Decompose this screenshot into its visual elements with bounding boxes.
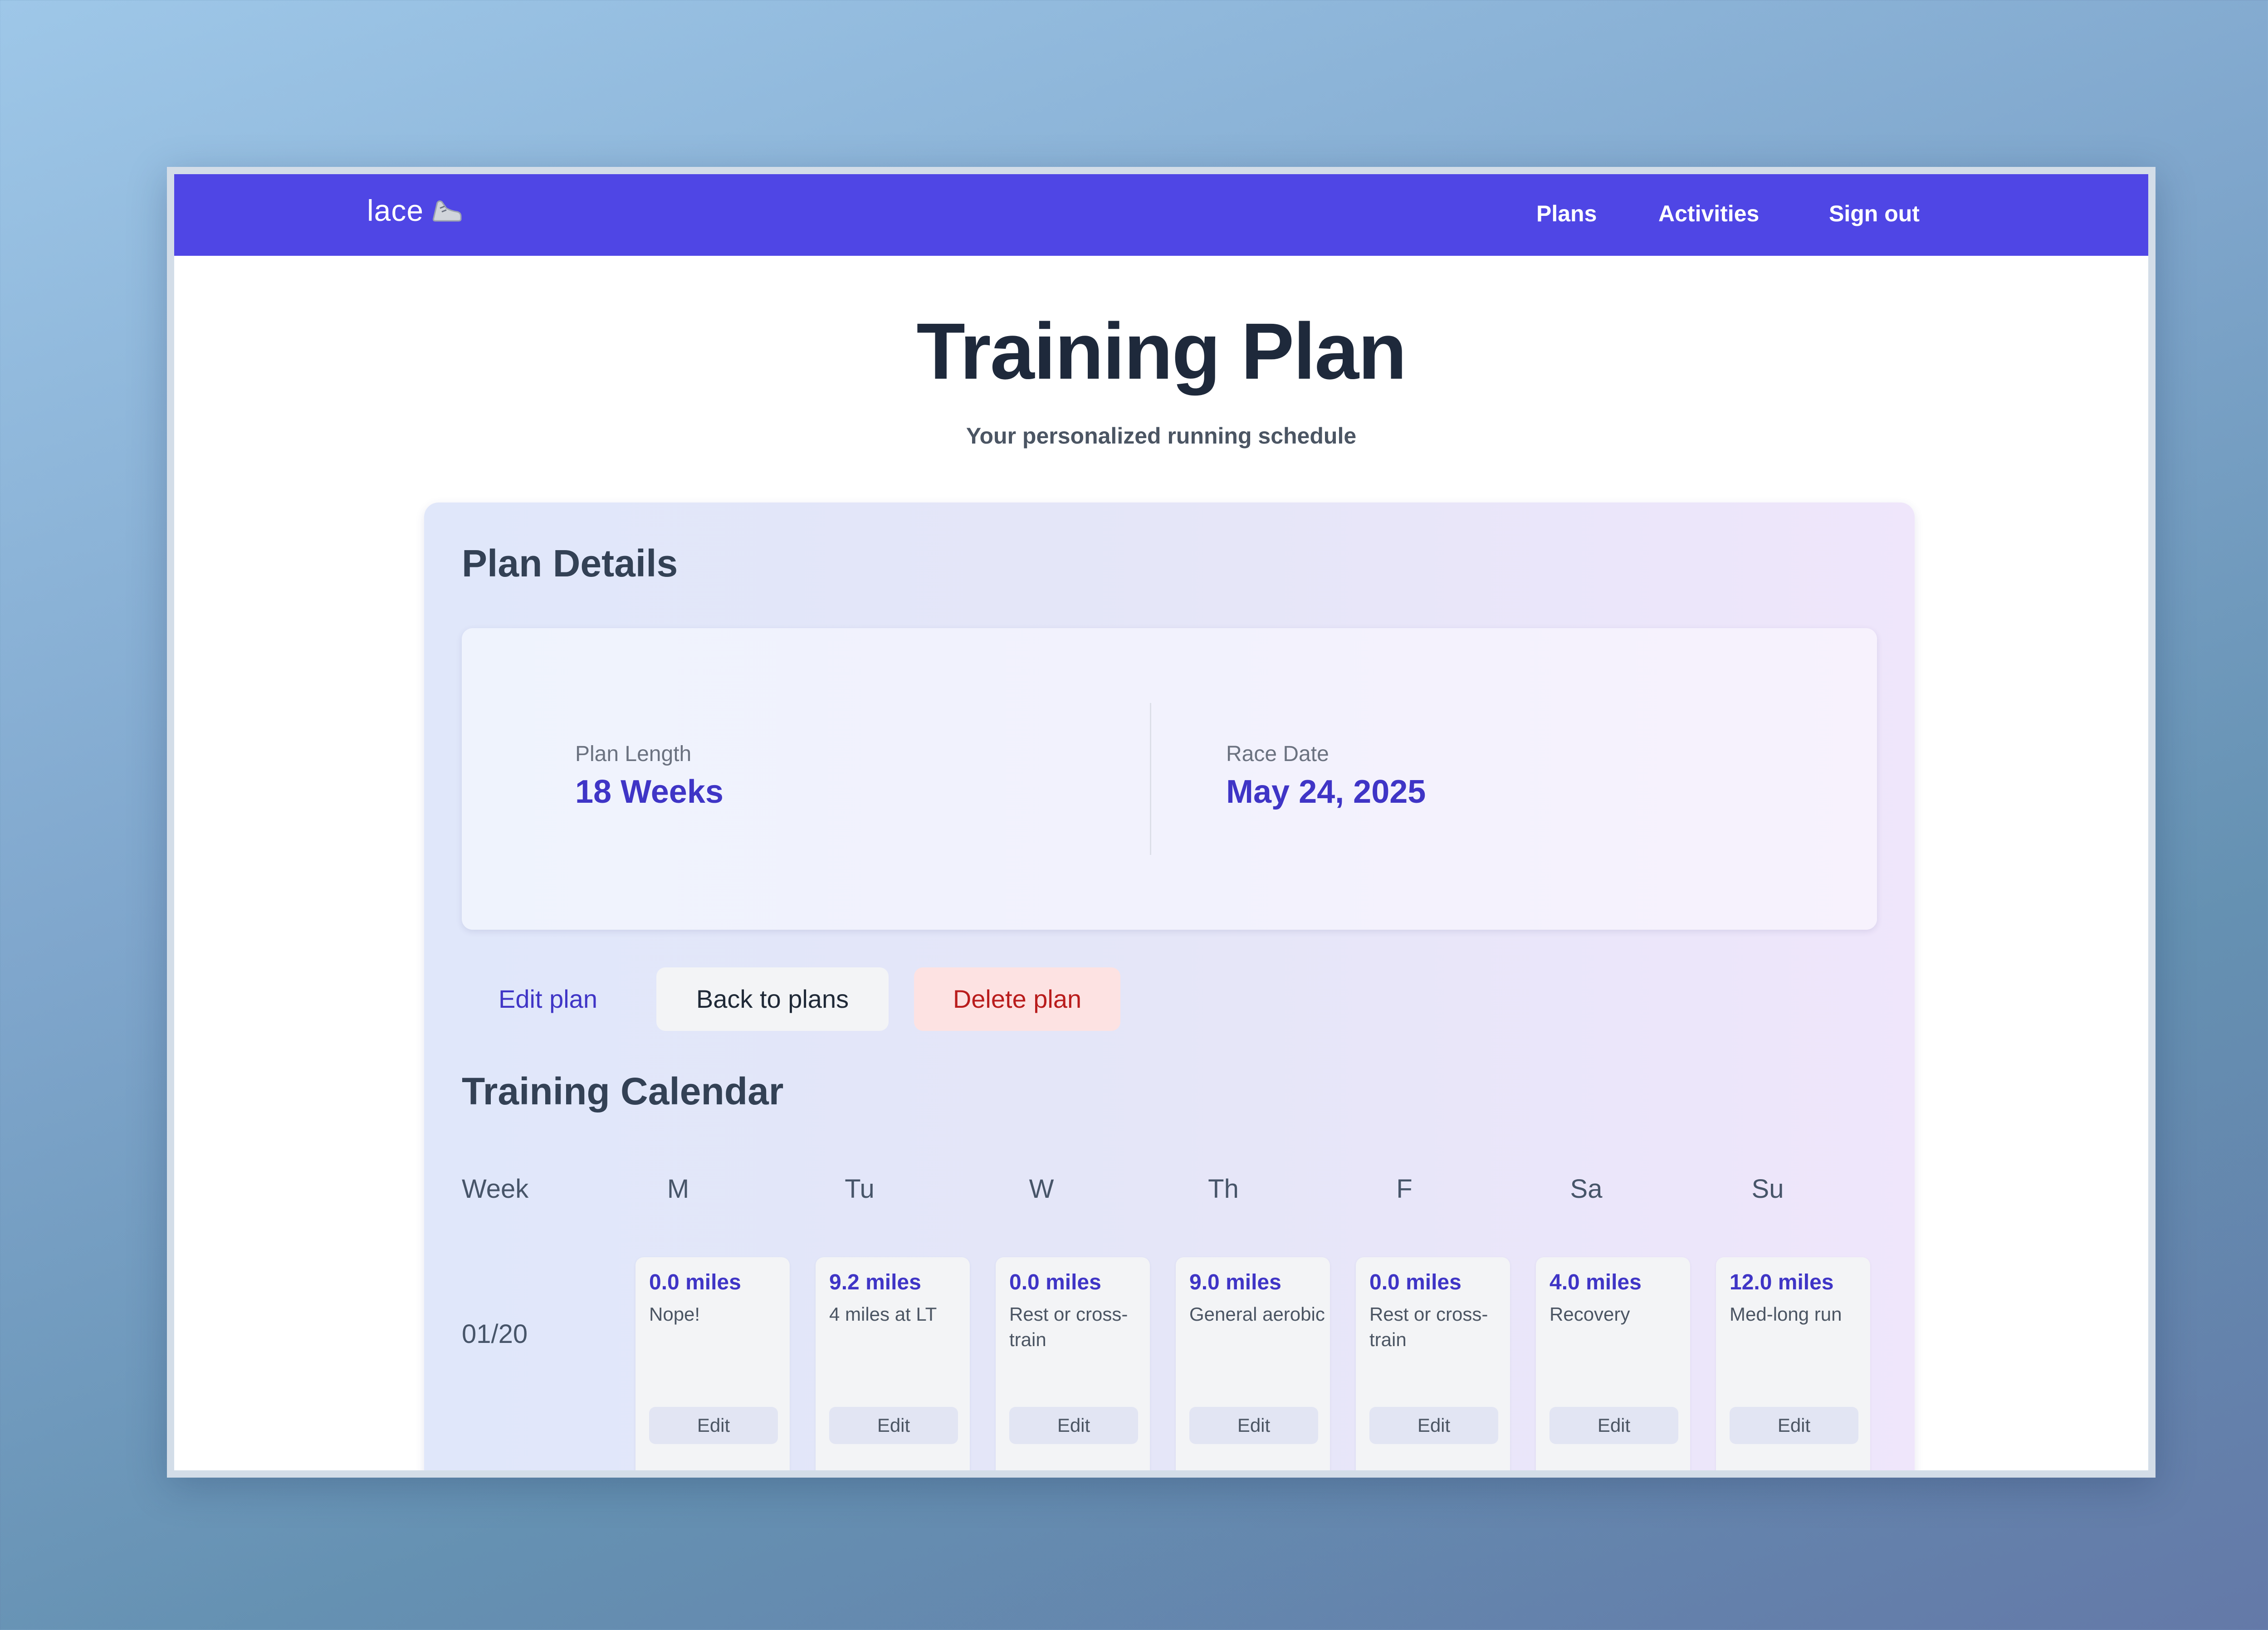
week-column-header: Week	[462, 1174, 529, 1204]
day-card-saturday: 4.0 miles Recovery Edit	[1536, 1257, 1690, 1470]
day-header-thursday: Th	[1208, 1174, 1239, 1204]
day-header-saturday: Sa	[1570, 1174, 1603, 1204]
running-shoe-icon	[431, 196, 463, 230]
day-edit-button[interactable]: Edit	[829, 1407, 958, 1444]
day-description: 4 miles at LT	[829, 1303, 937, 1325]
day-description: Nope!	[649, 1303, 700, 1325]
day-header-monday: M	[667, 1174, 689, 1204]
navbar: lace Plans Activities Sign out	[174, 174, 2148, 256]
day-edit-button[interactable]: Edit	[1189, 1407, 1318, 1444]
plan-panel: Plan Details Plan Length 18 Weeks Race D…	[424, 503, 1915, 1470]
day-header-sunday: Su	[1751, 1174, 1784, 1204]
nav-link-activities[interactable]: Activities	[1658, 200, 1759, 227]
week-label: 01/20	[462, 1319, 528, 1349]
day-miles: 0.0 miles	[1009, 1270, 1101, 1294]
day-miles: 9.0 miles	[1189, 1270, 1281, 1294]
day-miles: 0.0 miles	[649, 1270, 741, 1294]
nav-link-sign-out[interactable]: Sign out	[1829, 200, 1920, 227]
browser-window: lace Plans Activities Sign out Training …	[167, 167, 2156, 1478]
day-description: General aerobic	[1189, 1303, 1325, 1325]
plan-details-card: Plan Length 18 Weeks Race Date May 24, 2…	[462, 628, 1877, 930]
day-card-monday: 0.0 miles Nope! Edit	[635, 1257, 790, 1470]
day-header-tuesday: Tu	[845, 1174, 875, 1204]
day-edit-button[interactable]: Edit	[1730, 1407, 1858, 1444]
day-description: Rest or cross-train	[1369, 1303, 1488, 1350]
day-miles: 4.0 miles	[1549, 1270, 1642, 1294]
back-to-plans-button[interactable]: Back to plans	[656, 967, 889, 1031]
day-card-thursday: 9.0 miles General aerobic Edit	[1176, 1257, 1330, 1470]
edit-plan-button[interactable]: Edit plan	[462, 967, 634, 1031]
brand-logo[interactable]: lace	[367, 193, 463, 230]
training-calendar-heading: Training Calendar	[462, 1070, 784, 1113]
day-miles: 0.0 miles	[1369, 1270, 1461, 1294]
day-description: Rest or cross-train	[1009, 1303, 1128, 1350]
race-date-value: May 24, 2025	[1226, 774, 1426, 810]
plan-length-value: 18 Weeks	[575, 774, 723, 810]
day-miles: 12.0 miles	[1730, 1270, 1834, 1294]
page-subtitle: Your personalized running schedule	[966, 423, 1357, 449]
plan-details-heading: Plan Details	[462, 542, 678, 585]
day-edit-button[interactable]: Edit	[649, 1407, 778, 1444]
day-card-friday: 0.0 miles Rest or cross-train Edit	[1356, 1257, 1510, 1470]
plan-length-label: Plan Length	[575, 742, 692, 766]
brand-name: lace	[367, 194, 424, 227]
day-miles: 9.2 miles	[829, 1270, 921, 1294]
day-header-friday: F	[1396, 1174, 1413, 1204]
day-card-tuesday: 9.2 miles 4 miles at LT Edit	[816, 1257, 970, 1470]
day-edit-button[interactable]: Edit	[1009, 1407, 1138, 1444]
page-title: Training Plan	[916, 307, 1407, 396]
nav-link-plans[interactable]: Plans	[1536, 200, 1597, 227]
day-card-sunday: 12.0 miles Med-long run Edit	[1716, 1257, 1870, 1470]
day-header-wednesday: W	[1029, 1174, 1054, 1204]
race-date-label: Race Date	[1226, 742, 1329, 766]
delete-plan-button[interactable]: Delete plan	[914, 967, 1120, 1031]
day-card-wednesday: 0.0 miles Rest or cross-train Edit	[996, 1257, 1150, 1470]
day-edit-button[interactable]: Edit	[1549, 1407, 1678, 1444]
day-description: Med-long run	[1730, 1303, 1842, 1325]
details-divider	[1150, 703, 1151, 855]
day-edit-button[interactable]: Edit	[1369, 1407, 1498, 1444]
day-description: Recovery	[1549, 1303, 1630, 1325]
